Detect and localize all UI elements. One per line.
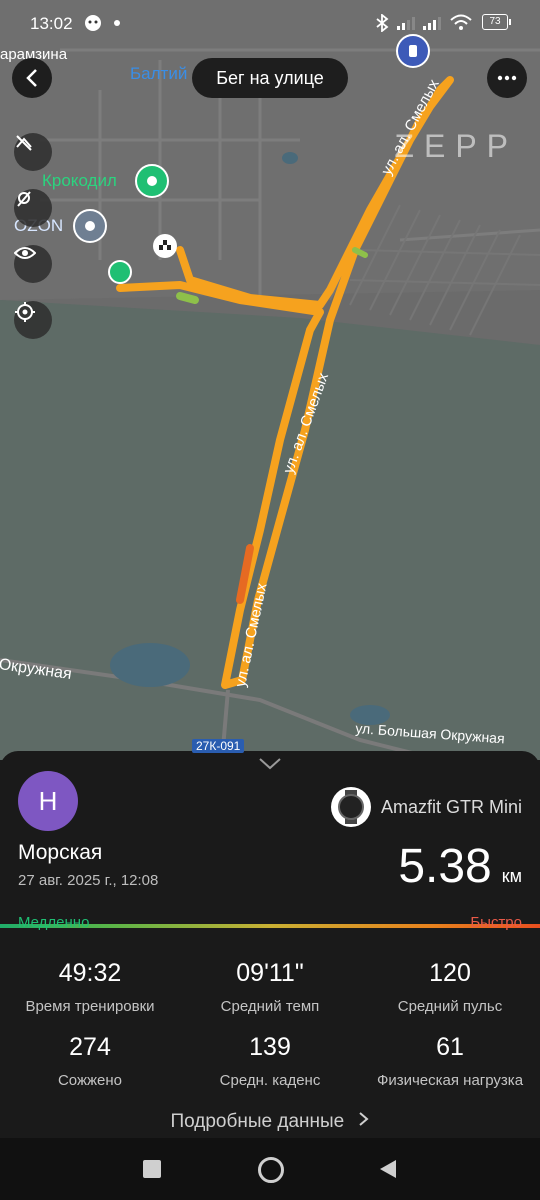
distance-unit: км xyxy=(501,866,522,886)
pace-slow-label: Медленно xyxy=(18,914,90,931)
stat-value: 61 xyxy=(436,1033,464,1061)
stat-average-pace: 09'11" Средний темп xyxy=(180,959,360,1015)
map-label-krokodil[interactable]: Крокодил xyxy=(42,171,117,191)
chevron-right-icon xyxy=(358,1112,369,1126)
notification-icon xyxy=(85,15,101,31)
signal-icon-1 xyxy=(397,17,415,30)
home-icon[interactable] xyxy=(258,1157,284,1183)
summary-panel: Н Amazfit GTR Mini Морская 27 авг. 2025 … xyxy=(0,751,540,1200)
hide-poi-icon[interactable] xyxy=(14,189,52,227)
distance-value: 5.38 xyxy=(398,840,492,893)
map-canvas xyxy=(0,0,540,760)
device-name: Amazfit GTR Mini xyxy=(380,796,522,817)
recent-apps-icon[interactable] xyxy=(143,1160,161,1178)
location-name: Морская xyxy=(18,841,103,864)
poi-pin-ozon-icon[interactable] xyxy=(73,209,107,243)
stat-label: Средний пульс xyxy=(397,998,503,1015)
system-nav-bar xyxy=(0,1138,540,1200)
stat-average-heart-rate: 120 Средний пульс xyxy=(360,959,540,1015)
stat-label: Физическая нагрузка xyxy=(376,1072,524,1089)
stat-value: 274 xyxy=(69,1033,111,1061)
more-icon xyxy=(497,75,517,81)
pace-fast-label: Быстро xyxy=(470,914,522,931)
layers-off-icon[interactable] xyxy=(14,133,52,171)
device-info: Amazfit GTR Mini xyxy=(330,787,522,827)
distance-display: 5.38 км xyxy=(398,839,522,894)
wifi-icon xyxy=(450,14,472,30)
stat-value: 139 xyxy=(249,1033,291,1061)
stat-workout-time: 49:32 Время тренировки xyxy=(0,959,180,1015)
details-link-label: Подробные данные xyxy=(170,1111,345,1132)
back-arrow-icon xyxy=(26,69,37,87)
map-label-baltiy: Балтий xyxy=(130,64,188,83)
signal-icon-2 xyxy=(423,17,441,30)
avatar[interactable]: Н xyxy=(18,771,78,831)
stat-value: 120 xyxy=(429,959,471,987)
poi-pin-krokodil-icon[interactable] xyxy=(135,164,169,198)
status-time: 13:02 xyxy=(30,14,73,33)
stat-label: Средн. каденс xyxy=(219,1072,321,1089)
route-map[interactable]: арамзина Балтий Крокодил OZON ZEPP ул. а… xyxy=(0,0,540,760)
bluetooth-icon xyxy=(376,14,389,32)
stat-value: 49:32 xyxy=(58,959,122,987)
dot-icon xyxy=(114,20,120,26)
stat-cadence: 139 Средн. каденс xyxy=(180,1033,360,1089)
back-button[interactable] xyxy=(12,58,52,98)
stat-label: Время тренировки xyxy=(25,998,155,1015)
status-bar: 13:02 73 xyxy=(0,0,540,46)
locate-icon[interactable] xyxy=(14,301,52,339)
stat-label: Сожжено xyxy=(57,1072,123,1089)
details-link[interactable]: Подробные данные xyxy=(0,1111,540,1133)
workout-date: 27 авг. 2025 г., 12:08 xyxy=(18,872,159,889)
road-code-badge: 27К-091 xyxy=(192,739,245,753)
eye-icon[interactable] xyxy=(14,245,52,283)
more-button[interactable] xyxy=(487,58,527,98)
stat-value: 09'11" xyxy=(236,959,304,987)
stat-training-load: 61 Физическая нагрузка xyxy=(360,1033,540,1089)
back-nav-icon[interactable] xyxy=(378,1158,398,1180)
battery-icon: 73 xyxy=(482,14,511,30)
watch-icon xyxy=(330,787,371,827)
stat-label: Средний темп xyxy=(220,998,320,1015)
collapse-chevron-icon[interactable] xyxy=(258,757,282,771)
stat-calories: 274 Сожжено xyxy=(0,1033,180,1089)
workout-title: Бег на улице xyxy=(192,58,348,98)
